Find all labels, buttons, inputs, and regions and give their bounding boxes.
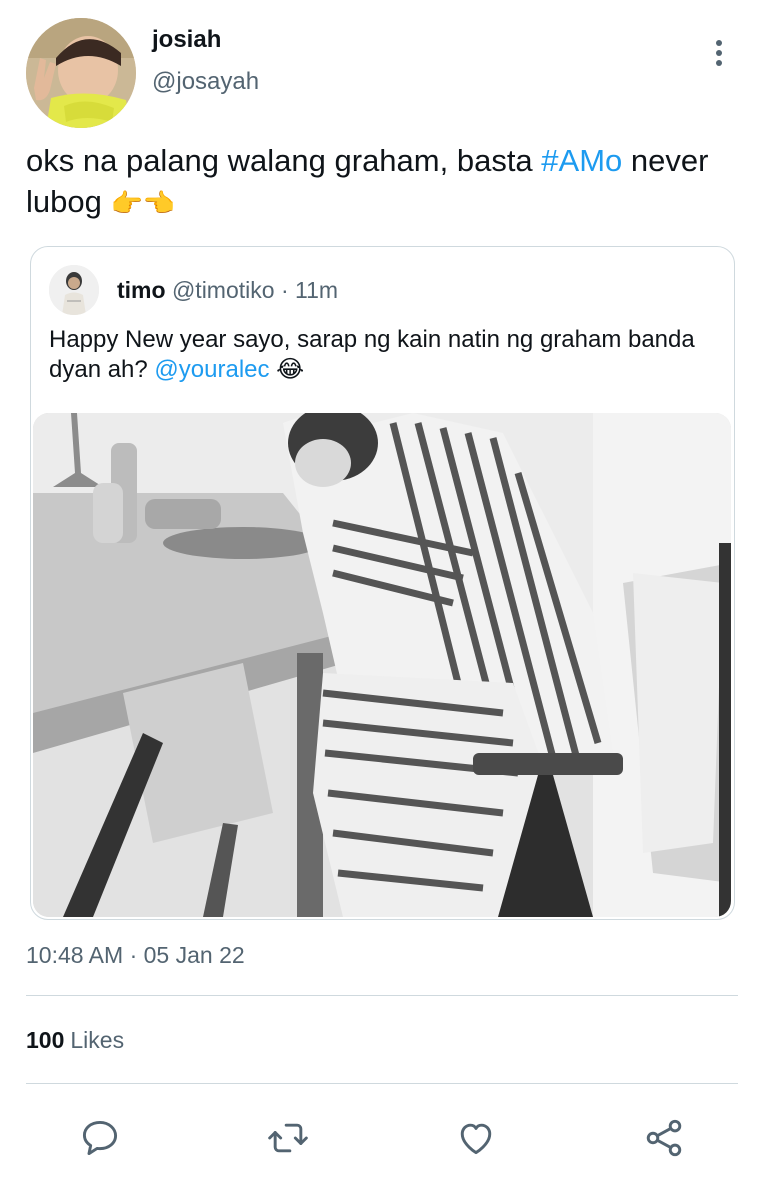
author-avatar[interactable] [26,18,136,128]
likes-count-row[interactable]: 100 Likes [26,1027,124,1054]
mention-link[interactable]: @youralec [154,356,269,383]
more-options-icon-dot [716,50,722,56]
quoted-avatar-image [49,265,99,315]
quoted-tweet-header: timo @timotiko · 11m [117,277,338,304]
heart-icon [460,1123,492,1155]
author-avatar-image [26,18,136,128]
quoted-tweet-time: 11m [295,277,339,303]
more-options-icon-dot [716,60,722,66]
tweet-action-bar [0,1108,764,1168]
divider [26,1083,738,1084]
author-handle[interactable]: @josayah [152,68,259,96]
comment-icon [82,1120,118,1156]
like-button[interactable] [446,1108,506,1168]
quoted-separator-dot: · [280,277,295,303]
quoted-author-avatar[interactable] [49,265,99,315]
likes-label: Likes [70,1027,125,1053]
share-icon [646,1119,682,1157]
retweet-button[interactable] [258,1108,318,1168]
quoted-text-body: Happy New year sayo, sarap ng kain natin… [49,326,695,383]
tweet-text: oks na palang walang graham, basta #AMo … [26,140,746,224]
author-display-name[interactable]: josiah [152,26,221,54]
quoted-tweet-text: Happy New year sayo, sarap ng kain natin… [49,325,709,385]
quoted-emoji: 😂 [276,356,305,383]
more-options-icon [716,40,722,46]
hashtag-link[interactable]: #AMo [541,143,622,178]
tweet-detail: josiah @josayah oks na palang walang gra… [0,0,764,1200]
retweet-icon [268,1123,308,1153]
tweet-text-before: oks na palang walang graham, basta [26,143,542,178]
divider [26,995,738,996]
more-options-button[interactable] [702,30,736,76]
quoted-author-name[interactable]: timo [117,277,166,303]
likes-count: 100 [26,1027,65,1053]
share-button[interactable] [634,1108,694,1168]
tweet-emoji: 👉👈 [110,188,176,218]
reply-button[interactable] [70,1108,130,1168]
quoted-author-handle[interactable]: @timotiko [172,277,275,303]
quoted-tweet-photo[interactable] [33,413,731,917]
tweet-timestamp[interactable]: 10:48 AM · 05 Jan 22 [26,942,245,969]
photo-illustration [33,413,731,917]
quoted-tweet-card[interactable]: timo @timotiko · 11m Happy New year sayo… [30,246,735,920]
